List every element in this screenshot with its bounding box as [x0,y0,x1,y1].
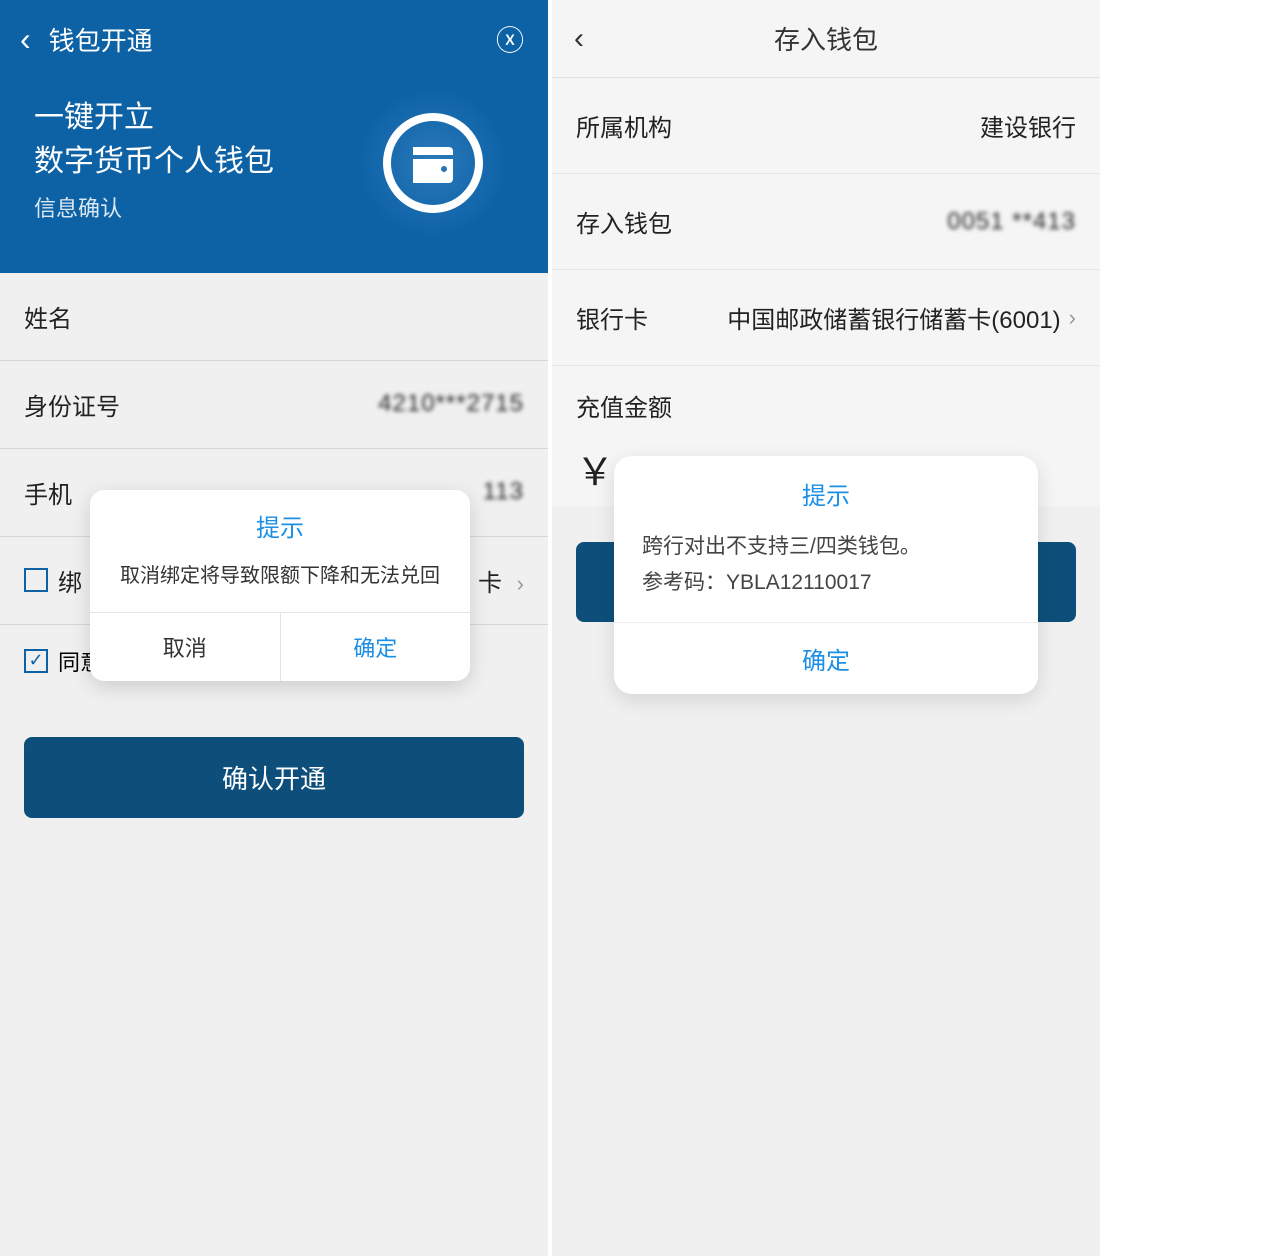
org-label: 所属机构 [576,108,672,143]
bank-label-partial: 绑 [58,563,82,598]
dialog-title: 提示 [90,490,470,551]
header-bar-right: ‹ 存入钱包 [552,0,1100,78]
screenshot-right-phone: ‹ 存入钱包 所属机构 建设银行 存入钱包 0051 **413 银行卡 中国邮… [552,0,1100,1256]
wallet-value: 0051 **413 [947,208,1076,236]
dialog-cancel-button[interactable]: 取消 [90,613,281,681]
row-bankcard[interactable]: 银行卡 中国邮政储蓄银行储蓄卡(6001) › [552,270,1100,366]
close-icon[interactable]: ⓧ [496,19,524,59]
alert-dialog-right: 提示 跨行对出不支持三/四类钱包。 参考码：YBLA12110017 确定 [614,456,1038,694]
dialog-ok-button[interactable]: 确定 [281,613,471,681]
field-name[interactable]: 姓名 [0,273,548,361]
field-id-value: 4210***2715 [378,390,524,418]
card-label: 银行卡 [576,300,648,335]
wallet-icon [383,113,483,213]
page-title: 存入钱包 [774,20,878,57]
screenshot-left-phone: ‹ 钱包开通 ⓧ 一键开立 数字货币个人钱包 信息确认 姓名 身份证号 4210… [0,0,548,1256]
chevron-right-icon: › [517,571,524,596]
dialog-body: 跨行对出不支持三/四类钱包。 参考码：YBLA12110017 [614,523,1038,622]
confirm-open-button[interactable]: 确认开通 [24,737,524,818]
dialog-line1: 跨行对出不支持三/四类钱包。 [642,529,1010,565]
header-bar: ‹ 钱包开通 ⓧ [0,0,548,78]
alert-dialog-left: 提示 取消绑定将导致限额下降和无法兑回 取消 确定 [90,490,470,681]
field-name-label: 姓名 [24,299,72,334]
wallet-icon-circle [358,88,508,238]
bank-checkbox[interactable] [24,568,48,592]
org-value: 建设银行 [980,108,1076,143]
page-title: 钱包开通 [49,21,153,58]
wallet-label: 存入钱包 [576,204,672,239]
dialog-title: 提示 [614,456,1038,523]
dialog-line2: 参考码：YBLA12110017 [642,565,1010,601]
back-icon[interactable]: ‹ [574,22,584,56]
amount-label: 充值金额 [576,388,1076,423]
back-icon[interactable]: ‹ [20,21,31,58]
field-phone-value: 113 [483,478,524,506]
banner: 一键开立 数字货币个人钱包 信息确认 [0,78,548,273]
chevron-right-icon: › [1069,305,1076,331]
dialog-body: 取消绑定将导致限额下降和无法兑回 [90,551,470,612]
field-card-suffix: 卡 › [478,563,524,598]
row-organization: 所属机构 建设银行 [552,78,1100,174]
row-wallet: 存入钱包 0051 **413 [552,174,1100,270]
field-idcard[interactable]: 身份证号 4210***2715 [0,361,548,449]
field-id-label: 身份证号 [24,387,120,422]
field-phone-label: 手机 [24,475,72,510]
agree-checkbox[interactable]: ✓ [24,649,48,673]
card-value: 中国邮政储蓄银行储蓄卡(6001) › [727,300,1076,335]
dialog-buttons: 取消 确定 [90,612,470,681]
dialog-ok-button[interactable]: 确定 [614,622,1038,694]
